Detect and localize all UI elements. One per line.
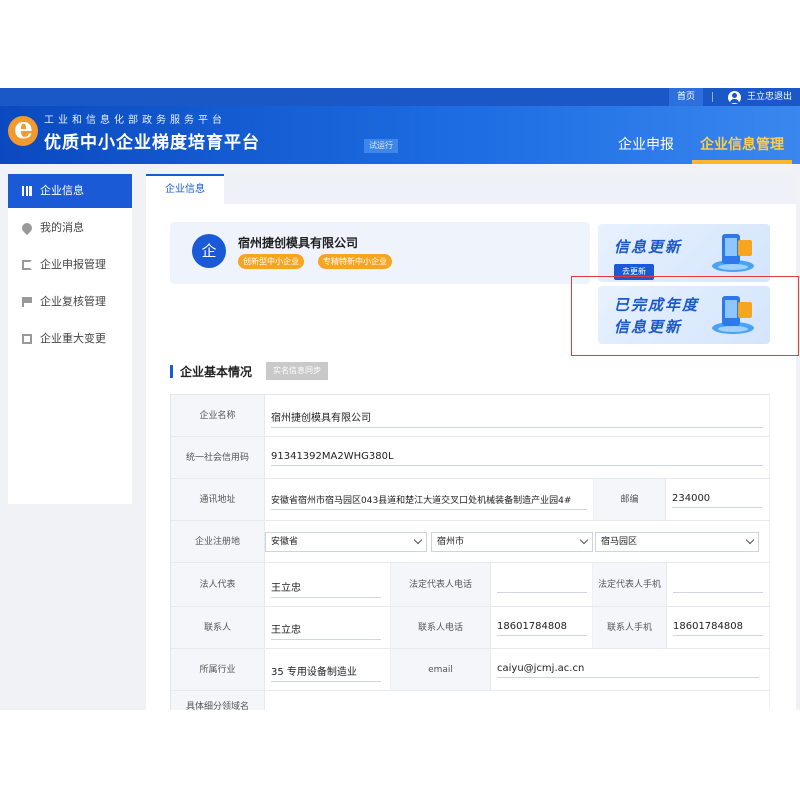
badge-specialized-sme: 专精特新中小企业 [318,254,392,269]
city-value: 宿州市 [437,537,465,547]
page-title: 优质中小企业梯度培育平台 [44,133,260,153]
contact-mobile-cell: 18601784808 [667,607,770,649]
email-label: email [391,649,491,691]
segment-cell [265,691,770,710]
legal-phone-label: 法定代表人电话 [391,563,491,607]
industry-cell: 35 专用设备制造业 [265,649,391,691]
main-content: 企业信息 企 宿州捷创模具有限公司 创新型中小企业 专精特新中小企业 信息更新 … [146,174,796,710]
sidebar-item-my-messages[interactable]: 我的消息 [8,211,132,245]
contact-phone-field[interactable]: 18601784808 [497,621,587,636]
district-value: 宿马园区 [601,537,638,547]
location-pin-icon [19,220,35,236]
region-label: 企业注册地 [171,521,265,563]
real-name-sync-button[interactable]: 实名信息同步 [266,362,328,380]
company-name-label: 企业名称 [171,395,265,437]
header-subtitle: 工业和信息化部政务服务平台 [44,115,226,126]
nav-enterprise-declaration[interactable]: 企业申报 [618,134,674,154]
industry-field[interactable]: 35 专用设备制造业 [271,663,381,682]
flag-icon [22,297,32,307]
sidebar-item-label: 企业信息 [40,184,84,197]
sidebar-item-label: 我的消息 [40,221,84,234]
sidebar-item-review-management[interactable]: 企业复核管理 [8,285,132,319]
nav-enterprise-info-management[interactable]: 企业信息管理 [700,134,784,154]
contact-field[interactable]: 王立忠 [271,621,381,640]
legal-phone-field[interactable] [497,579,587,593]
trial-badge: 试运行 [364,139,398,153]
contact-phone-label: 联系人电话 [391,607,491,649]
active-nav-underline [692,160,792,164]
company-card: 企 宿州捷创模具有限公司 创新型中小企业 专精特新中小企业 [170,222,590,284]
sidebar-item-label: 企业申报管理 [40,258,106,271]
section-marker [170,365,173,378]
city-select[interactable]: 宿州市 [431,532,593,552]
bar-chart-icon [22,186,32,196]
province-select[interactable]: 安徽省 [265,532,427,552]
address-label: 通讯地址 [171,479,265,521]
company-building-icon: 企 [192,234,226,268]
legal-rep-label: 法人代表 [171,563,265,607]
tab-enterprise-info[interactable]: 企业信息 [146,174,224,204]
section-title: 企业基本情况 [180,365,253,379]
email-field[interactable]: caiyu@jcmj.ac.cn [497,663,759,678]
credit-code-cell: 91341392MA2WHG380L [265,437,770,479]
email-cell: caiyu@jcmj.ac.cn [491,649,770,691]
company-name: 宿州捷创模具有限公司 [238,236,359,250]
page: 首页 王立忠退出 工业和信息化部政务服务平台 优质中小企业梯度培育平台 试运行 … [0,0,800,800]
chevron-down-icon [745,535,755,545]
phone-illustration-icon [708,230,756,276]
legal-mobile-field[interactable] [673,579,763,593]
basic-info-form: 企业名称 宿州捷创模具有限公司 统一社会信用码 91341392MA2WHG38… [170,394,770,710]
contact-mobile-label: 联系人手机 [593,607,667,649]
platform-logo-icon [8,111,38,146]
user-logout-link[interactable]: 王立忠退出 [747,88,792,106]
postcode-field[interactable]: 234000 [672,493,762,508]
legal-rep-cell: 王立忠 [265,563,391,607]
contact-cell: 王立忠 [265,607,391,649]
industry-label: 所属行业 [171,649,265,691]
company-name-cell: 宿州捷创模具有限公司 [265,395,770,437]
sidebar-item-major-changes[interactable]: 企业重大变更 [8,322,132,356]
sidebar-item-enterprise-info[interactable]: 企业信息 [8,174,132,208]
app-window: 首页 王立忠退出 工业和信息化部政务服务平台 优质中小企业梯度培育平台 试运行 … [0,88,800,710]
credit-code-field[interactable]: 91341392MA2WHG380L [271,451,763,466]
top-separator [712,92,713,102]
header: 工业和信息化部政务服务平台 优质中小企业梯度培育平台 试运行 企业申报 企业信息… [0,106,800,164]
address-field[interactable]: 安徽省宿州市宿马园区043县道和楚江大道交叉口处机械装备制造产业园4# [271,493,587,510]
company-name-field[interactable]: 宿州捷创模具有限公司 [271,409,763,428]
province-value: 安徽省 [271,537,299,547]
region-cell: 安徽省 宿州市 宿马园区 [265,521,770,563]
document-icon [22,334,32,344]
legal-mobile-label: 法定代表人手机 [593,563,667,607]
contact-label: 联系人 [171,607,265,649]
info-update-card[interactable]: 信息更新 去更新 [598,224,770,282]
postcode-cell: 234000 [666,479,770,521]
postcode-label: 邮编 [594,479,666,521]
sidebar-item-label: 企业重大变更 [40,332,106,345]
legal-phone-cell [491,563,593,607]
sidebar-item-declaration-management[interactable]: 企业申报管理 [8,248,132,282]
sidebar: 企业信息 我的消息 企业申报管理 企业复核管理 企业重大变更 [8,174,132,504]
top-strip: 首页 王立忠退出 [0,88,800,106]
legal-mobile-cell [667,563,770,607]
edit-icon [22,260,32,270]
address-cell: 安徽省宿州市宿马园区043县道和楚江大道交叉口处机械装备制造产业园4# [265,479,594,521]
tab-bar: 企业信息 [146,174,796,204]
sidebar-item-label: 企业复核管理 [40,295,106,308]
credit-code-label: 统一社会信用码 [171,437,265,479]
home-link[interactable]: 首页 [669,88,703,106]
contact-phone-cell: 18601784808 [491,607,593,649]
user-icon [728,91,741,104]
chevron-down-icon [579,535,589,545]
info-update-title: 信息更新 [614,238,683,256]
chevron-down-icon [413,535,423,545]
badge-innovative-sme: 创新型中小企业 [238,254,304,269]
district-select[interactable]: 宿马园区 [595,532,759,552]
contact-mobile-field[interactable]: 18601784808 [673,621,763,636]
legal-rep-field[interactable]: 王立忠 [271,579,381,598]
segment-label: 具体细分领域名 [171,691,265,710]
highlight-box [571,276,799,356]
